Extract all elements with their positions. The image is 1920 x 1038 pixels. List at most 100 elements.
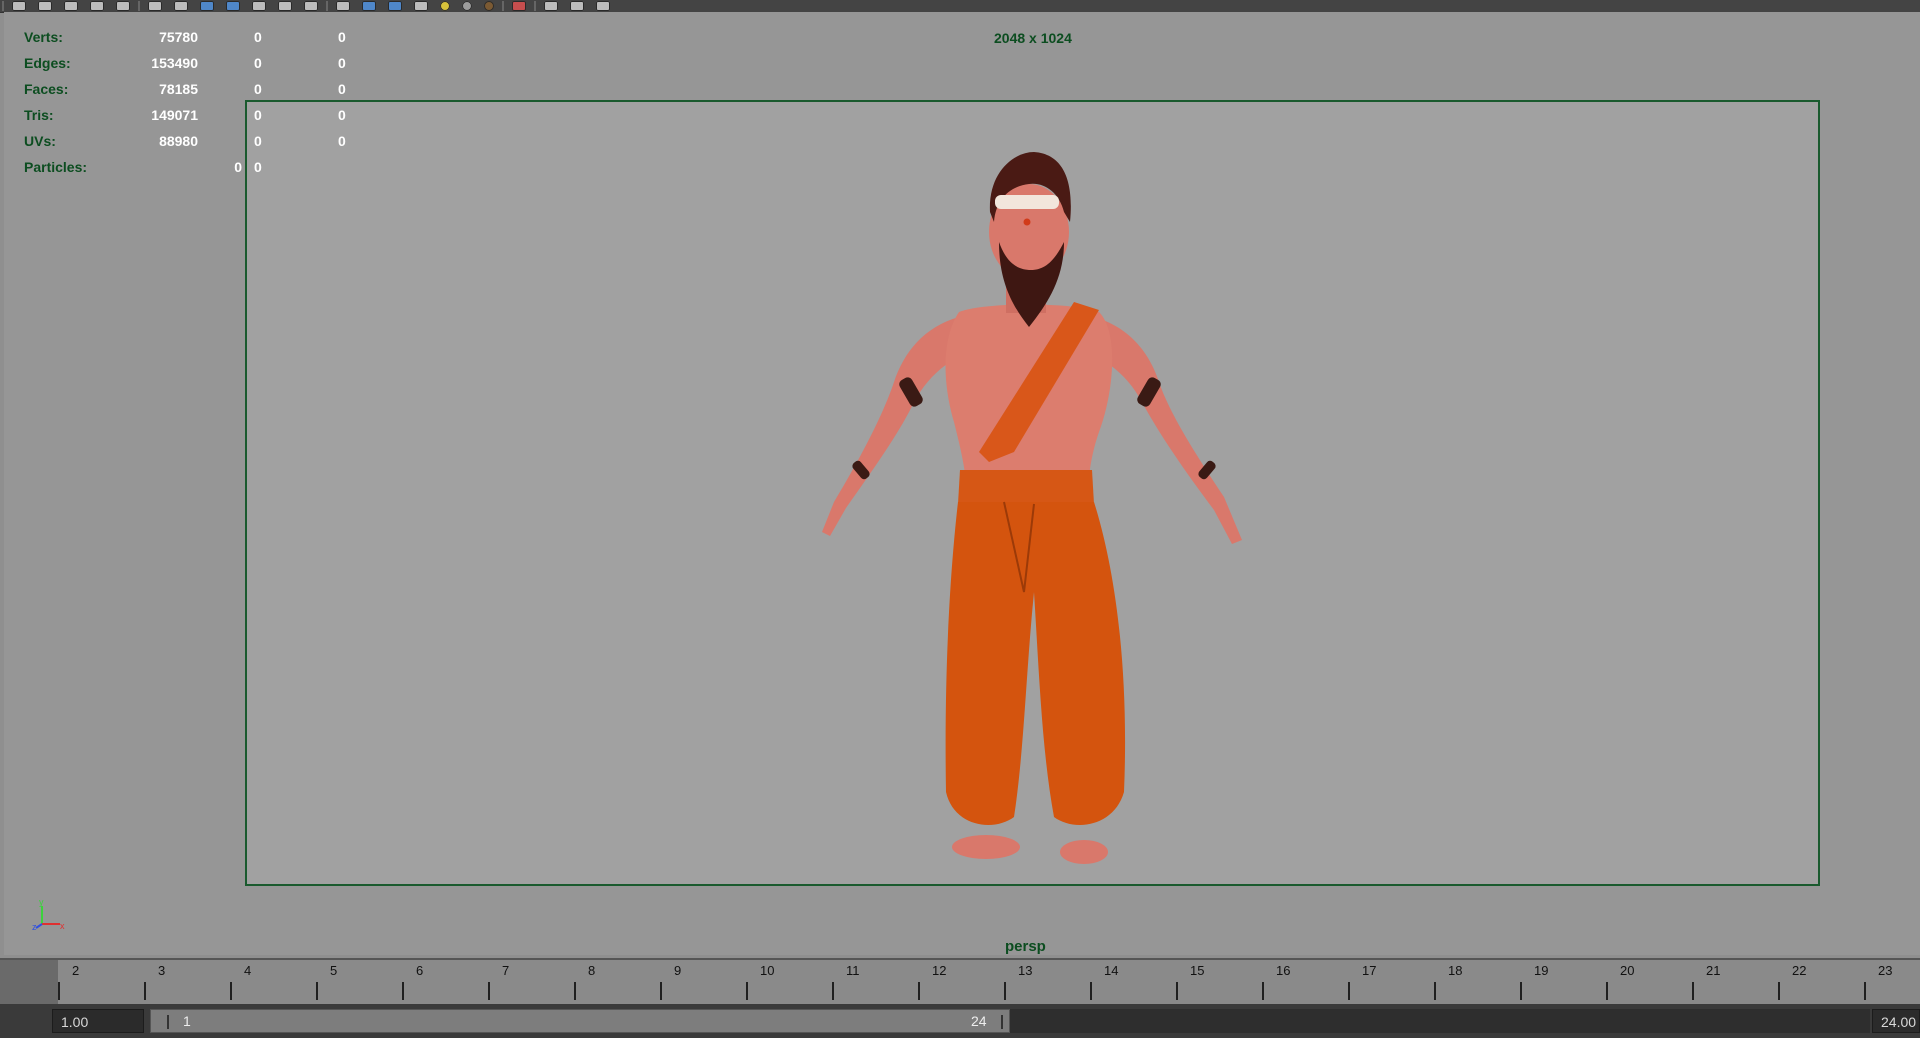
hud-value: 0: [254, 29, 262, 45]
paint-tool-icon[interactable]: [64, 1, 78, 11]
hud-row-uvs: UVs: 88980 0 0: [24, 128, 364, 154]
range-start-value: 1: [183, 1013, 191, 1029]
range-start-handle[interactable]: [167, 1015, 179, 1029]
timeline-tick: [488, 982, 490, 1000]
hud-label: Edges:: [24, 55, 71, 71]
wireframe-icon[interactable]: [336, 1, 350, 11]
toolbar-separator: [326, 1, 328, 11]
axis-label-z: z: [32, 922, 37, 932]
timeline-tick-label: 6: [416, 963, 424, 978]
xray-icon[interactable]: [544, 1, 558, 11]
hud-value: 88980: [159, 133, 198, 149]
hud-value: 0: [254, 55, 262, 71]
toolbar-separator: [138, 1, 140, 11]
timeline-tick: [1262, 982, 1264, 1000]
use-all-lights-icon[interactable]: [440, 1, 450, 11]
view-axis-icon: y z x: [32, 898, 65, 932]
rotate-tool-icon[interactable]: [116, 1, 130, 11]
timeline-tick: [402, 982, 404, 1000]
waist-wrap: [958, 470, 1094, 504]
smooth-shade-icon[interactable]: [362, 1, 376, 11]
isolate-select-icon[interactable]: [512, 1, 526, 11]
xray-joints-icon[interactable]: [570, 1, 584, 11]
hud-row-verts: Verts: 75780 0 0: [24, 24, 364, 50]
hud-value: 0: [338, 29, 346, 45]
gate-mask-icon[interactable]: [278, 1, 292, 11]
timeline-tick: [1864, 982, 1866, 1000]
timeline-tick: [58, 982, 60, 1000]
hud-value: 0: [338, 107, 346, 123]
headband: [995, 195, 1059, 209]
range-slider[interactable]: 1 24: [150, 1009, 1010, 1033]
select-tool-icon[interactable]: [12, 1, 26, 11]
range-slider-bar: 1.00 1 24 24.00: [0, 1004, 1920, 1038]
timeline-tick: [1004, 982, 1006, 1000]
hud-label: Verts:: [24, 29, 63, 45]
timeline-tick: [1520, 982, 1522, 1000]
toolbar-separator: [2, 1, 4, 11]
timeline-tick: [1778, 982, 1780, 1000]
tilak-mark: [1023, 218, 1031, 226]
timeline-tick-label: 9: [674, 963, 682, 978]
hud-value: 153490: [151, 55, 198, 71]
axis-label-x: x: [60, 921, 65, 931]
shadows-icon[interactable]: [462, 1, 472, 11]
end-time-field[interactable]: 24.00: [1872, 1009, 1920, 1033]
timeline-tick-label: 10: [760, 963, 775, 978]
camera-icon[interactable]: [148, 1, 162, 11]
timeline-tick-label: 15: [1190, 963, 1205, 978]
timeline-tick: [746, 982, 748, 1000]
poly-count-hud: Verts: 75780 0 0 Edges: 153490 0 0 Faces…: [24, 24, 364, 180]
timeline-tick: [144, 982, 146, 1000]
hud-icon[interactable]: [596, 1, 610, 11]
timeline-tick-label: 3: [158, 963, 166, 978]
persp-viewport[interactable]: Verts: 75780 0 0 Edges: 153490 0 0 Faces…: [4, 12, 1920, 955]
character-model[interactable]: [774, 152, 1294, 892]
time-slider[interactable]: 2 3 4 5 6 7 8 9 10 11 12 13 14 15 16 17 18 19 20 21 22 23: [0, 958, 1920, 1004]
grid-icon[interactable]: [200, 1, 214, 11]
bookmark-icon[interactable]: [174, 1, 188, 11]
film-gate-icon[interactable]: [226, 1, 240, 11]
hud-label: UVs:: [24, 133, 56, 149]
textured-icon[interactable]: [414, 1, 428, 11]
current-time-field[interactable]: 1.00: [52, 1009, 144, 1033]
range-end-handle[interactable]: [993, 1015, 1003, 1029]
hud-row-tris: Tris: 149071 0 0: [24, 102, 364, 128]
axis-label-y: y: [39, 898, 44, 907]
hud-value: 0: [338, 81, 346, 97]
timeline-tick-label: 2: [72, 963, 80, 978]
timeline-tick: [574, 982, 576, 1000]
hud-row-faces: Faces: 78185 0 0: [24, 76, 364, 102]
range-slider-empty: [1010, 1009, 1870, 1033]
hud-value: 78185: [159, 81, 198, 97]
timeline-tick-label: 20: [1620, 963, 1635, 978]
timeline-tick-label: 18: [1448, 963, 1463, 978]
hud-value: 75780: [159, 29, 198, 45]
time-slider-track[interactable]: 2 3 4 5 6 7 8 9 10 11 12 13 14 15 16 17 18 19 20 21 22 23: [58, 960, 1920, 1004]
timeline-tick-label: 22: [1792, 963, 1807, 978]
timeline-tick-label: 21: [1706, 963, 1721, 978]
resolution-gate-icon[interactable]: [252, 1, 266, 11]
right-foot: [1060, 840, 1108, 864]
timeline-tick-label: 4: [244, 963, 252, 978]
hud-value: 0: [254, 133, 262, 149]
toolbar-separator: [502, 1, 504, 11]
field-chart-icon[interactable]: [304, 1, 318, 11]
hud-value: 149071: [151, 107, 198, 123]
timeline-tick: [230, 982, 232, 1000]
timeline-tick-label: 16: [1276, 963, 1291, 978]
hud-value: 0: [234, 159, 242, 175]
timeline-tick: [832, 982, 834, 1000]
hud-value: 0: [338, 55, 346, 71]
toolbar-separator: [534, 1, 536, 11]
timeline-tick-label: 23: [1878, 963, 1893, 978]
ambient-occlusion-icon[interactable]: [484, 1, 494, 11]
timeline-tick-label: 14: [1104, 963, 1119, 978]
timeline-tick-label: 11: [846, 963, 860, 978]
timeline-tick: [1176, 982, 1178, 1000]
lasso-tool-icon[interactable]: [38, 1, 52, 11]
timeline-tick: [1348, 982, 1350, 1000]
shaded-wireframe-icon[interactable]: [388, 1, 402, 11]
range-end-value: 24: [971, 1013, 987, 1029]
move-tool-icon[interactable]: [90, 1, 104, 11]
